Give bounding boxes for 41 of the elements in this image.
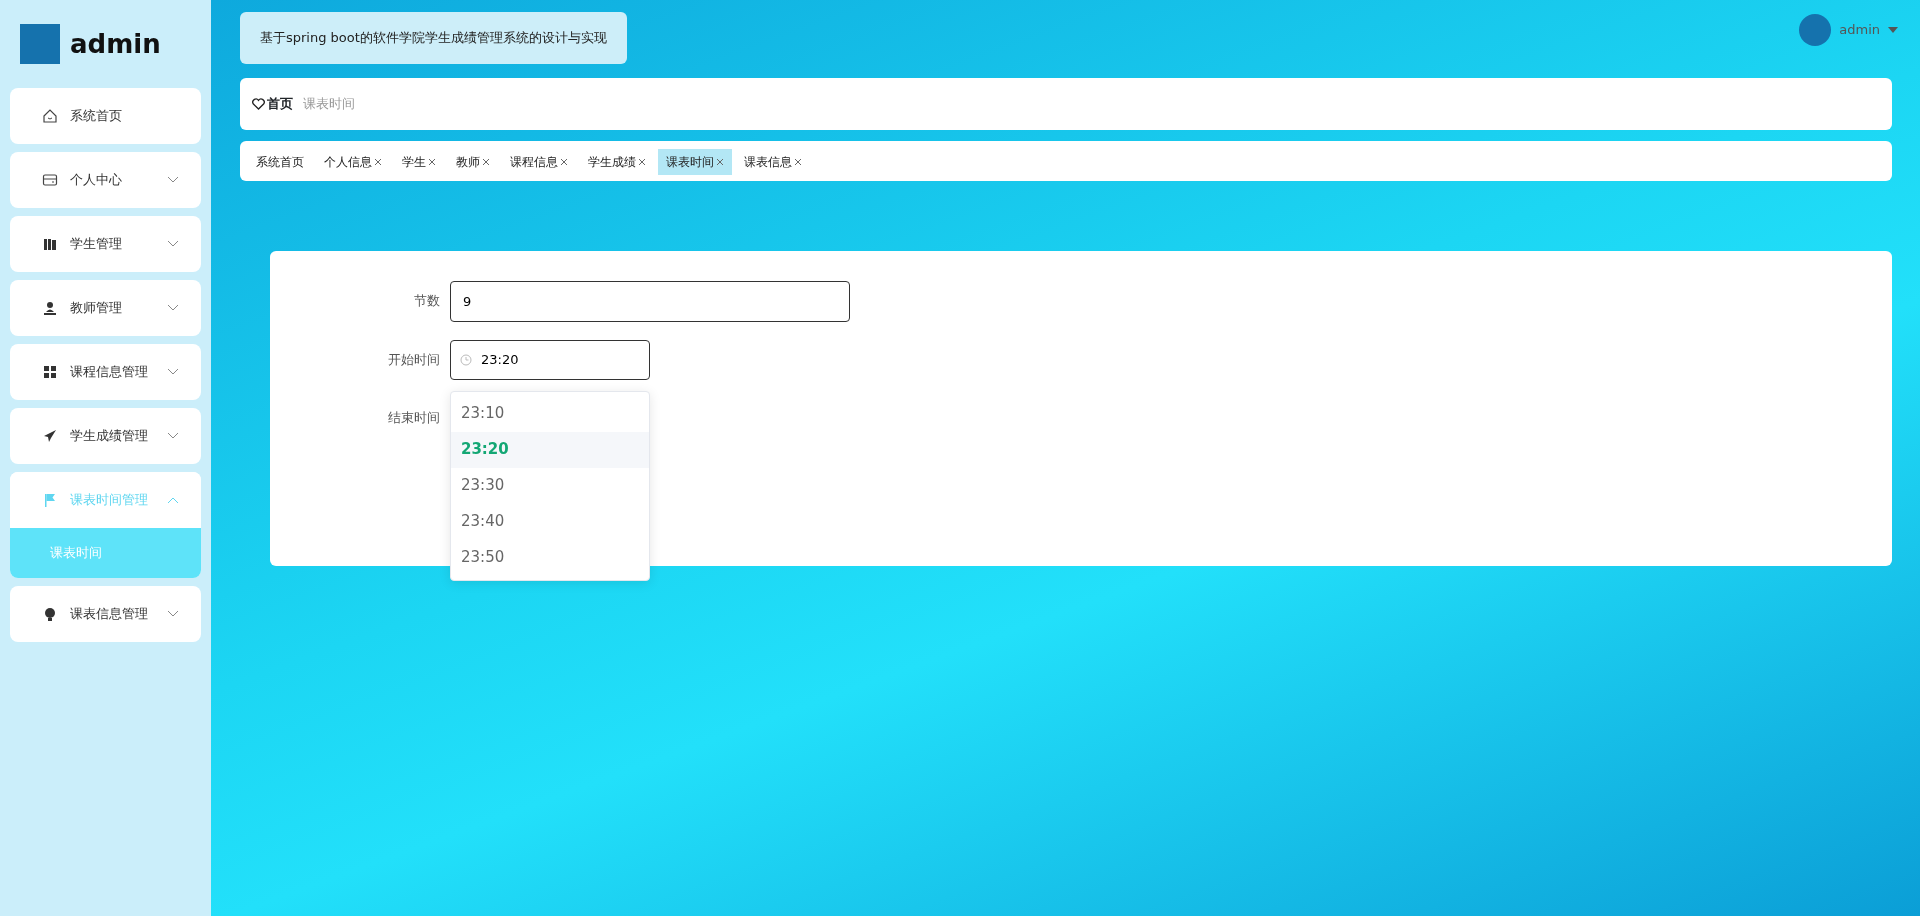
tab[interactable]: 个人信息: [316, 148, 390, 175]
close-icon[interactable]: [794, 158, 802, 166]
field-label: 节数: [413, 292, 441, 311]
grid-icon: [42, 364, 58, 380]
tab[interactable]: 系统首页: [248, 148, 312, 175]
heart-icon: [252, 97, 265, 110]
books-icon: [42, 236, 58, 252]
breadcrumb-link[interactable]: 首页: [267, 93, 293, 114]
tab[interactable]: 课表时间: [658, 148, 732, 175]
tab[interactable]: 教师: [448, 148, 498, 175]
breadcrumb-item: 课表时间: [303, 94, 355, 113]
time-option[interactable]: 23:50: [451, 539, 649, 576]
flag-icon: [42, 492, 58, 508]
avatar-placeholder: [1799, 14, 1832, 46]
time-field[interactable]: 23:20: [450, 339, 650, 380]
close-icon[interactable]: [716, 158, 724, 166]
tab[interactable]: 学生成绩: [580, 148, 654, 175]
user-name: admin: [70, 27, 161, 61]
user-menu[interactable]: admin: [1839, 20, 1880, 40]
card-icon: [42, 172, 58, 188]
time-option[interactable]: 23:40: [451, 503, 649, 540]
caret-icon[interactable]: [1888, 27, 1898, 33]
avatar-placeholder: [20, 24, 60, 64]
input-field[interactable]: 9: [450, 280, 850, 322]
time-option[interactable]: 23:30: [451, 467, 649, 504]
close-icon[interactable]: [638, 158, 646, 166]
lightbulb-icon: [42, 606, 58, 622]
tab[interactable]: 课表信息: [736, 148, 810, 175]
tab[interactable]: 学生: [394, 148, 444, 175]
field-label: 结束时间: [387, 408, 441, 427]
close-icon[interactable]: [560, 158, 568, 166]
close-icon[interactable]: [428, 158, 436, 166]
field-label: 开始时间: [387, 350, 441, 369]
time-option[interactable]: 23:10: [451, 395, 649, 432]
close-icon[interactable]: [482, 158, 490, 166]
close-icon[interactable]: [374, 158, 382, 166]
tab[interactable]: 课程信息: [502, 148, 576, 175]
person-icon: [42, 300, 58, 316]
paper-plane-icon: [42, 428, 58, 444]
house-icon: [42, 108, 58, 124]
system-title: 基于spring boot的软件学院学生成绩管理系统的设计与实现: [240, 12, 627, 64]
